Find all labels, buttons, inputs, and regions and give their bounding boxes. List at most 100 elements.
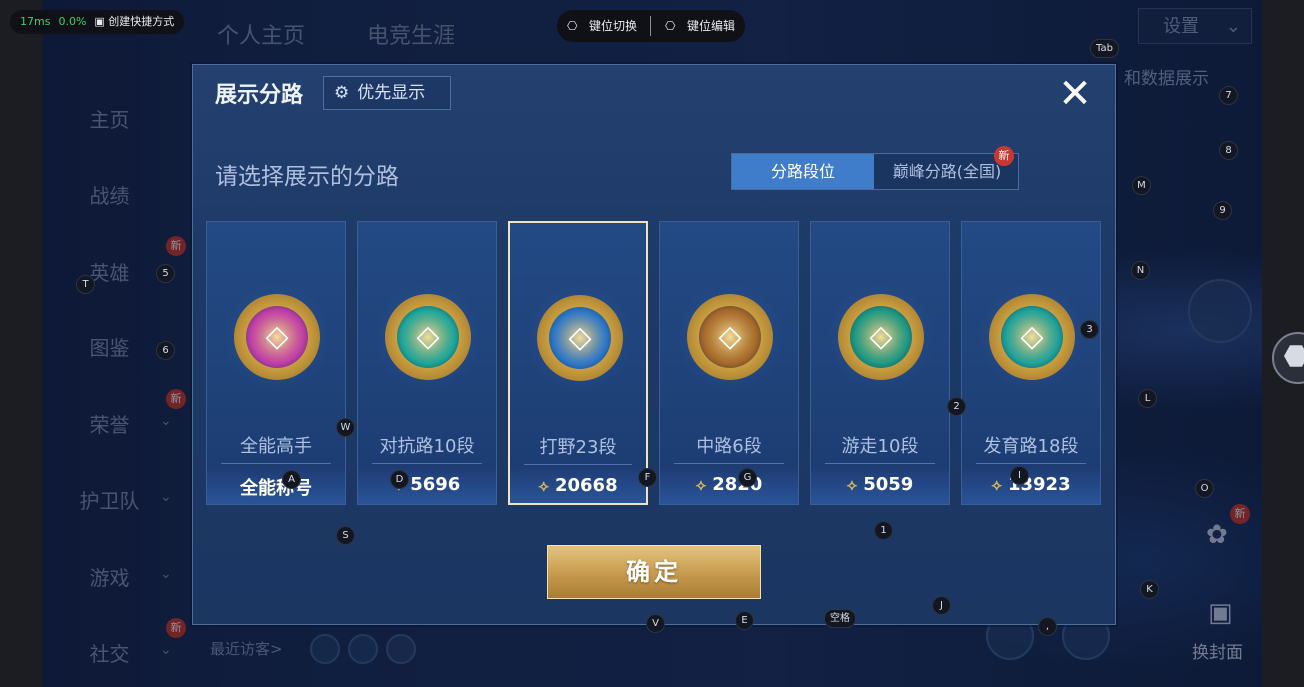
score-value: 5059 <box>863 474 914 495</box>
lane-card[interactable]: ◇ 全能高手全能称号 <box>206 221 346 505</box>
card-divider <box>825 463 935 464</box>
rank-points-icon: ⟡ <box>695 475 707 494</box>
key-hint-badge: M <box>1132 176 1151 195</box>
confirm-button[interactable]: 确定 <box>547 545 761 599</box>
card-divider <box>976 463 1086 464</box>
lane-card[interactable]: ◇ 打野23段 ⟡ 20668 <box>508 221 648 505</box>
lane-mode-toggle: 分路段位 巅峰分路(全国) 新 <box>731 146 1019 190</box>
lane-name: 打野23段 <box>539 437 617 458</box>
create-shortcut-link[interactable]: 创建快捷方式 <box>108 15 174 28</box>
lane-emblem-icon: ◇ <box>989 294 1075 380</box>
key-hint-badge: 2 <box>947 397 966 416</box>
shortcut-icon: ▣ <box>94 15 109 28</box>
priority-display-button[interactable]: ⚙ 优先显示 <box>323 76 451 110</box>
key-hint-badge: Tab <box>1090 39 1119 58</box>
key-hint-badge: 3 <box>1080 320 1099 339</box>
emblem-core: ◇ <box>850 306 912 368</box>
key-hint-badge: L <box>1138 389 1157 408</box>
latency-value: 17ms <box>20 15 51 28</box>
close-icon[interactable]: ✕ <box>1055 74 1095 115</box>
key-hint-badge: T <box>76 275 95 294</box>
rank-points-icon: ⟡ <box>846 475 858 494</box>
dialog-title: 展示分路 <box>215 83 304 108</box>
emblem-core: ◇ <box>397 306 459 368</box>
key-hint-badge: J <box>932 596 951 615</box>
key-hint-badge: S <box>336 526 355 545</box>
gamepad-icon: ⎔ <box>567 19 578 33</box>
emblem-glyph: ◇ <box>416 319 440 354</box>
lane-card[interactable]: ◇ 发育路18段 ⟡ 13923 <box>961 221 1101 505</box>
emblem-glyph: ◇ <box>718 319 742 354</box>
card-divider <box>674 463 784 464</box>
key-hint-badge: , <box>1038 617 1057 636</box>
lane-name: 发育路18段 <box>983 436 1079 457</box>
tab-lane-rank[interactable]: 分路段位 <box>732 154 874 189</box>
emblem-glyph: ◇ <box>1020 319 1044 354</box>
toolbar-divider <box>650 16 651 36</box>
emblem-core: ◇ <box>1001 306 1063 368</box>
lane-card[interactable]: ◇ 游走10段 ⟡ 5059 <box>810 221 950 505</box>
key-hint-badge: 6 <box>156 341 175 360</box>
emblem-glyph: ◇ <box>869 319 893 354</box>
card-divider <box>372 463 482 464</box>
rank-points-icon: ⟡ <box>538 476 549 495</box>
emblem-core: ◇ <box>246 306 308 368</box>
emblem-glyph: ◇ <box>265 319 289 354</box>
select-lane-prompt: 请选择展示的分路 <box>215 164 399 190</box>
key-hint-badge: N <box>1131 261 1150 280</box>
lane-score: ⟡ 13923 <box>962 474 1100 495</box>
lane-name: 全能高手 <box>240 436 312 457</box>
key-hint-badge: A <box>282 470 301 489</box>
emblem-core: ◇ <box>549 307 611 369</box>
lane-score: ⟡ 5059 <box>811 474 949 495</box>
score-value: 20668 <box>554 475 618 496</box>
keymap-switch-button[interactable]: 键位切换 <box>589 10 637 42</box>
gear-icon: ⚙ <box>334 83 350 103</box>
key-hint-badge: 5 <box>156 264 175 283</box>
lane-name: 中路6段 <box>696 436 762 457</box>
emblem-glyph: ◇ <box>568 320 592 355</box>
lane-display-dialog: 展示分路 ⚙ 优先显示 ✕ 请选择展示的分路 分路段位 巅峰分路(全国) 新 ◇ 全… <box>192 64 1116 625</box>
priority-label: 优先显示 <box>357 83 426 103</box>
key-hint-badge: V <box>646 614 665 633</box>
card-divider <box>524 464 632 465</box>
key-hint-badge: E <box>735 611 754 630</box>
key-hint-badge: G <box>738 468 757 487</box>
rank-points-icon: ⟡ <box>991 475 1002 494</box>
lane-score: 全能称号 <box>207 474 345 500</box>
loss-value: 0.0% <box>58 15 87 28</box>
key-hint-badge: F <box>638 468 657 487</box>
key-hint-badge: W <box>336 418 355 437</box>
lane-card[interactable]: ◇ 对抗路10段 ⟡5696 <box>357 221 497 505</box>
lane-score: ⟡ 2820 <box>660 474 798 495</box>
perf-indicator: 17ms 0.0% ▣ 创建快捷方式 <box>10 10 185 34</box>
lane-emblem-icon: ◇ <box>385 294 471 380</box>
lane-emblem-icon: ◇ <box>234 294 320 380</box>
lane-score: ⟡5696 <box>358 474 496 495</box>
lane-emblem-icon: ◇ <box>838 294 924 380</box>
key-hint-badge: 空格 <box>824 609 856 628</box>
lane-emblem-icon: ◇ <box>687 294 773 380</box>
key-hint-badge: 7 <box>1219 86 1238 105</box>
card-divider <box>221 463 331 464</box>
score-value: 5696 <box>410 474 461 495</box>
key-hint-badge: 1 <box>874 521 893 540</box>
emblem-core: ◇ <box>699 306 761 368</box>
lane-card[interactable]: ◇ 中路6段 ⟡ 2820 <box>659 221 799 505</box>
hexagon-icon <box>1284 345 1304 367</box>
lane-name: 游走10段 <box>841 436 919 457</box>
keymap-toolbar: ⎔ 键位切换 ⎔ 键位编辑 <box>557 10 745 42</box>
key-hint-badge: 8 <box>1219 141 1238 160</box>
key-hint-badge: D <box>390 470 409 489</box>
key-hint-badge: K <box>1140 580 1159 599</box>
key-hint-badge: O <box>1195 479 1214 498</box>
key-hint-badge: 9 <box>1213 201 1232 220</box>
lane-emblem-icon: ◇ <box>537 295 623 381</box>
floating-assist-button[interactable] <box>1272 332 1304 384</box>
gamepad-icon: ⎔ <box>665 19 676 33</box>
key-hint-badge: I <box>1010 466 1029 485</box>
lane-score: ⟡ 20668 <box>510 475 646 496</box>
keymap-edit-button[interactable]: 键位编辑 <box>687 10 735 42</box>
score-value: 全能称号 <box>240 478 312 499</box>
new-badge: 新 <box>994 146 1014 166</box>
